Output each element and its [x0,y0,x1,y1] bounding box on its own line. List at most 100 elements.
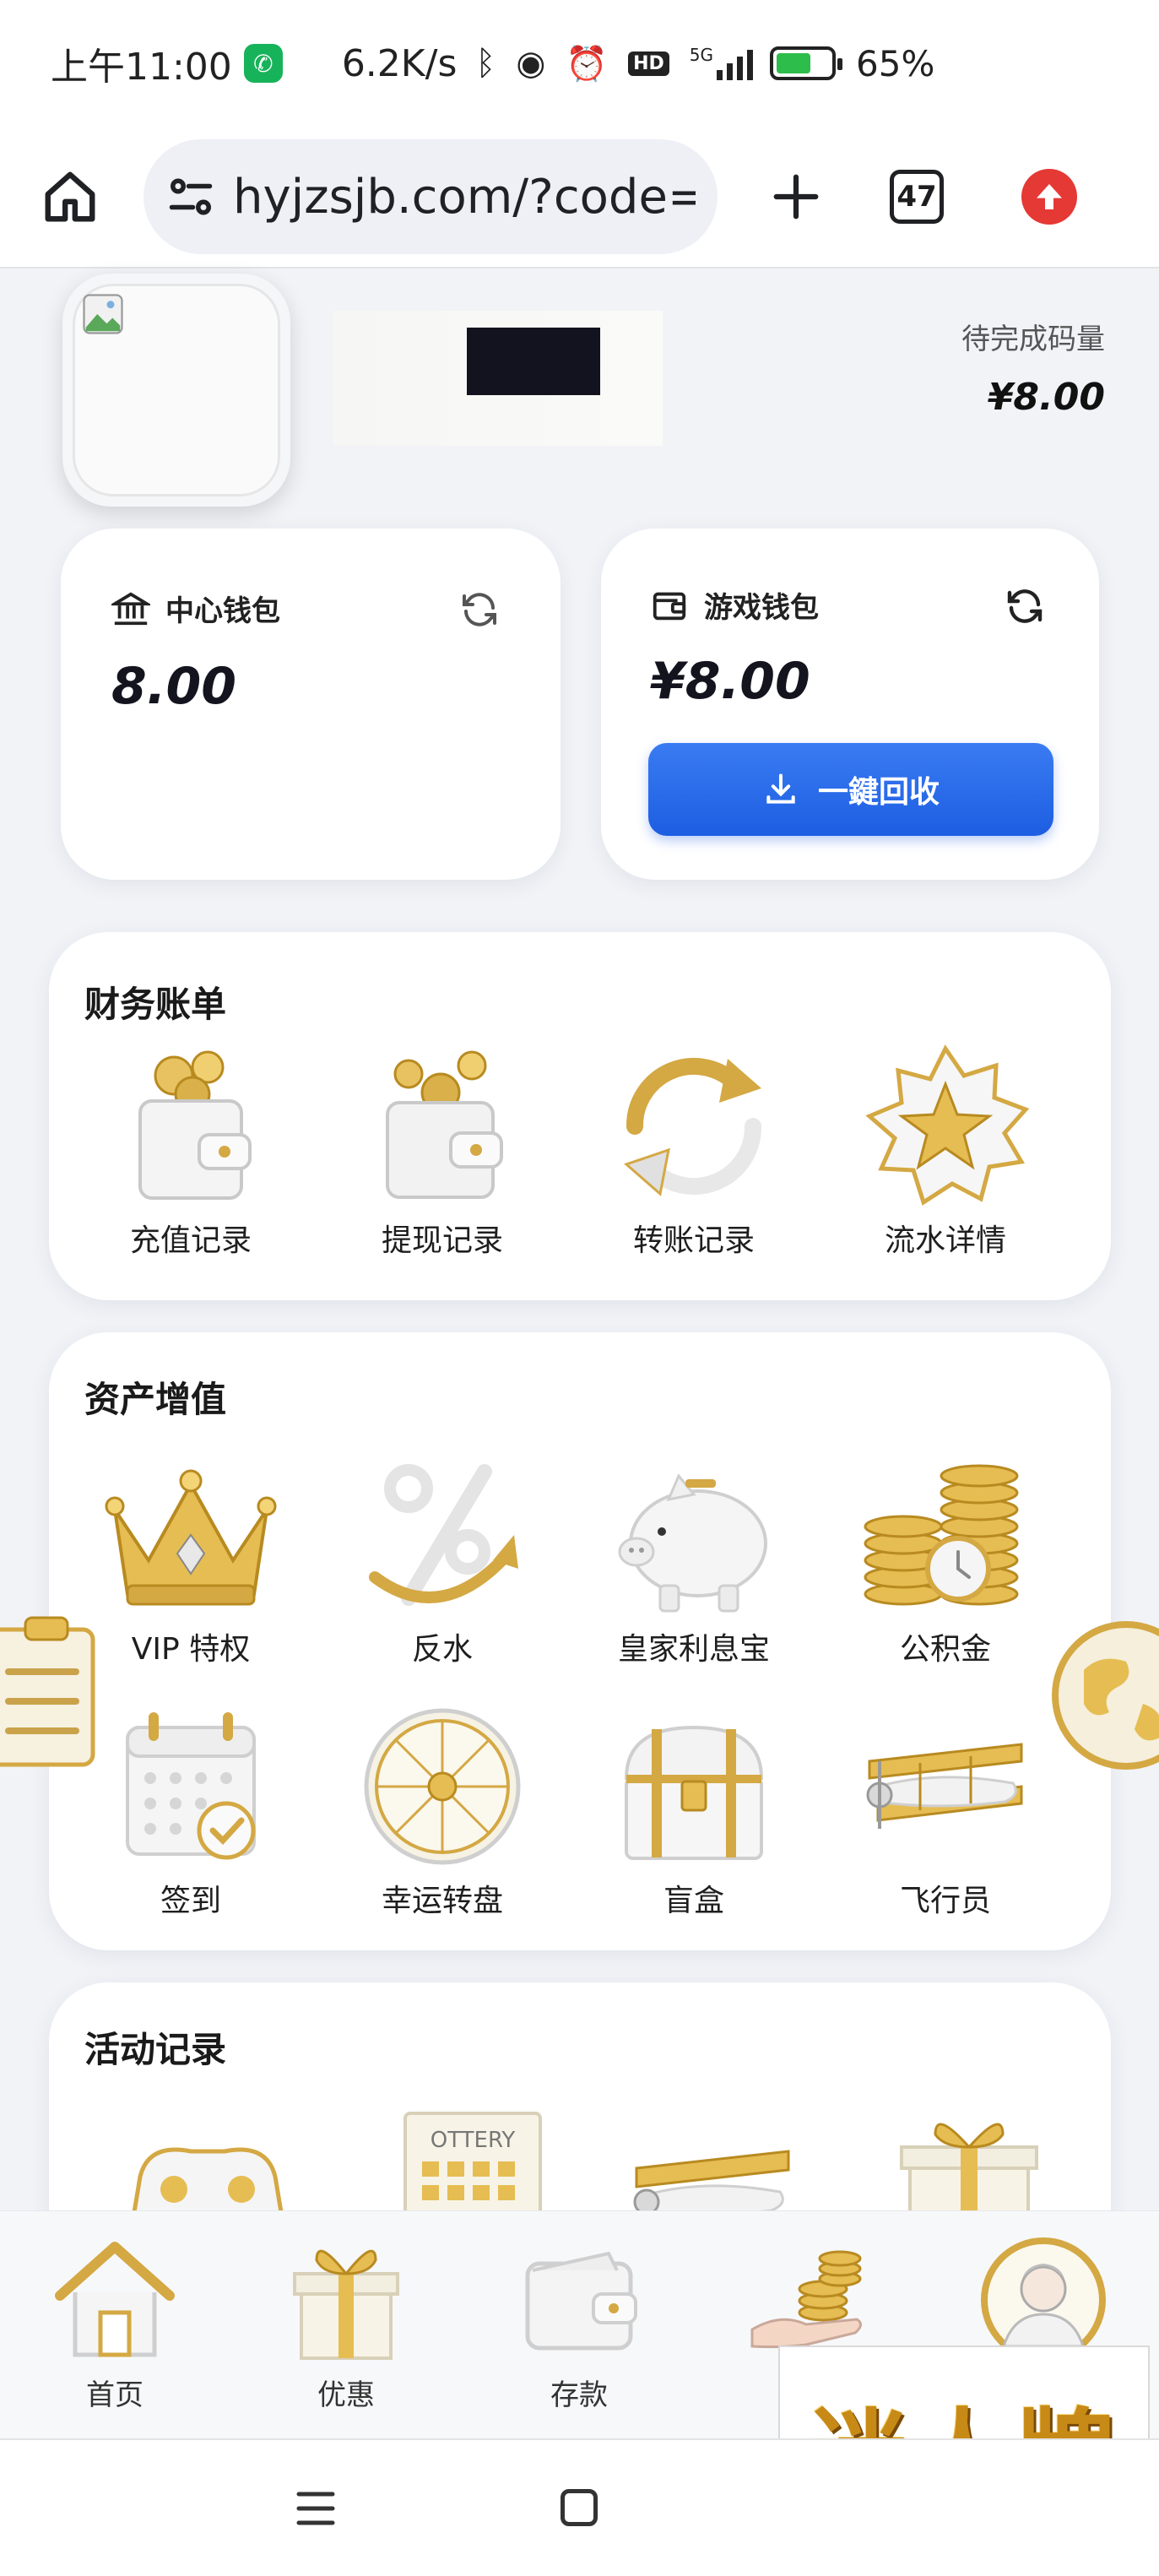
wallet-coins-icon [138,1050,252,1200]
nav-deposit[interactable]: 存款 [495,2237,663,2413]
gift-icon [293,2249,399,2360]
provident-fund-label: 公积金 [899,1632,991,1667]
bluetooth-icon: ᛒ [475,44,496,83]
blind-box-item[interactable]: 盲盒 [584,1702,804,1920]
transfer-records-item[interactable]: 转账记录 [584,1042,804,1260]
turnover-details-item[interactable]: 流水详情 [836,1042,1055,1260]
system-navigation-bar [0,2438,1159,2576]
lucky-wheel-label: 幸运转盘 [381,1884,503,1918]
one-click-recover-label: 一鍵回收 [817,775,940,810]
calendar-check-icon [126,1712,256,1860]
status-icons: ᛒ ◉ ⏰ HD 5G [475,44,754,84]
alarm-icon: ⏰ [566,44,609,84]
game-wallet-amount: ¥8.00 [650,652,810,711]
broken-image-icon [83,294,123,334]
recharge-records-item[interactable]: 充值记录 [81,1042,301,1260]
piggy-bank-icon [618,1473,767,1613]
royal-interest-item[interactable]: 皇家利息宝 [584,1451,804,1668]
hd-icon: HD [628,51,669,76]
nav-home-label: 首页 [86,2378,144,2412]
tab-switcher-button[interactable]: 47 [890,170,944,224]
treasure-chest-icon [624,1725,764,1860]
download-icon [766,773,795,804]
assets-title: 资产增值 [84,1379,227,1420]
signal-label: 5G [689,45,714,65]
wheel-icon [364,1708,521,1865]
pending-turnover-value: ¥8.00 [987,376,1105,419]
battery-percent: 65% [856,42,935,84]
battery-icon [770,46,843,80]
provident-fund-item[interactable]: 公积金 [836,1451,1055,1668]
withdraw-records-label: 提现记录 [381,1223,503,1258]
check-in-label: 签到 [160,1884,221,1918]
transfer-arrows-icon [624,1057,762,1196]
recent-apps-icon[interactable] [295,2489,336,2528]
wallet-withdraw-icon [386,1050,503,1199]
nav-deposit-label: 存款 [550,2378,608,2412]
site-settings-icon[interactable] [165,171,216,222]
refresh-icon[interactable] [459,589,500,630]
rebate-item[interactable]: 反水 [333,1451,552,1668]
vibrate-icon: ◉ [516,44,546,83]
assets-section: 资产增值 VIP 特权 反水 皇家利息宝 公积金 签到 幸运转盘 盲盒 飞行员 [49,1332,1111,1950]
wechat-notification-icon: ✆ [243,44,283,83]
airplane-icon [866,1743,1023,1829]
new-tab-button[interactable] [758,159,834,235]
network-speed: 6.2K/s [341,41,458,85]
status-bar: 上午11:00 ✆ 6.2K/s ᛒ ◉ ⏰ HD 5G 65% [0,0,1159,127]
lucky-wheel-item[interactable]: 幸运转盘 [333,1702,552,1920]
user-avatar-icon [981,2237,1106,2362]
center-wallet-title: 中心钱包 [165,594,280,628]
recharge-records-label: 充值记录 [129,1223,252,1258]
home-icon [55,2242,175,2357]
clipboard-float-icon[interactable] [0,1613,100,1771]
wallet-icon [525,2251,637,2351]
browser-toolbar: hyjzsjb.com/?code=Z 47 [0,127,1159,268]
withdraw-records-item[interactable]: 提现记录 [333,1042,552,1260]
profile-header: 待完成码量 ¥8.00 [0,268,1159,522]
bank-icon [111,592,150,625]
rebate-label: 反水 [411,1632,473,1667]
avatar[interactable] [62,274,290,507]
wallet-icon [653,592,686,620]
browser-home-button[interactable] [34,160,106,233]
game-wallet-card: 游戏钱包 ¥8.00 一鍵回收 [601,529,1099,880]
finance-section: 财务账单 充值记录 提现记录 转账记录 流水详情 [49,932,1111,1300]
home-icon [45,171,95,222]
center-wallet-amount: 8.00 [111,657,237,716]
royal-interest-label: 皇家利息宝 [617,1632,770,1667]
turnover-details-label: 流水详情 [884,1223,1006,1258]
nav-home[interactable]: 首页 [30,2237,199,2413]
one-click-recover-button[interactable]: 一鍵回收 [648,743,1053,836]
arrow-up-icon [1037,184,1062,209]
address-bar[interactable]: hyjzsjb.com/?code=Z [144,139,718,254]
address-bar-url[interactable]: hyjzsjb.com/?code=Z [233,170,696,225]
lottery-ticket-text: OTTERY [431,2128,516,2153]
check-in-item[interactable]: 签到 [81,1702,301,1920]
vip-privileges-label: VIP 特权 [131,1632,251,1667]
status-time: 上午11:00 [51,46,232,89]
tab-count: 47 [896,180,937,214]
signal-icon: 5G [689,45,754,80]
percent-icon [369,1464,518,1606]
aviator-item[interactable]: 飞行员 [836,1702,1055,1920]
coins-hand-icon [750,2250,862,2349]
transfer-records-label: 转账记录 [632,1223,755,1258]
pending-turnover: 待完成码量 ¥8.00 [961,316,1105,419]
vip-privileges-item[interactable]: VIP 特权 [81,1451,301,1668]
star-badge-icon [865,1044,1030,1206]
finance-title: 财务账单 [84,984,227,1025]
activity-section: 活动记录 OTTERY [49,1982,1111,2236]
activity-title: 活动记录 [84,2029,227,2070]
masked-username [333,311,663,446]
plus-icon [773,174,819,220]
crown-icon [105,1469,277,1606]
nav-promotions[interactable]: 优惠 [262,2237,431,2413]
center-wallet-card: 中心钱包 8.00 [61,529,561,880]
globe-float-icon[interactable] [1050,1619,1159,1771]
update-button[interactable] [1021,169,1077,225]
pending-turnover-label: 待完成码量 [961,323,1105,356]
nav-promotions-label: 优惠 [317,2378,375,2412]
refresh-icon[interactable] [1005,586,1045,626]
system-home-button[interactable] [561,2489,598,2526]
